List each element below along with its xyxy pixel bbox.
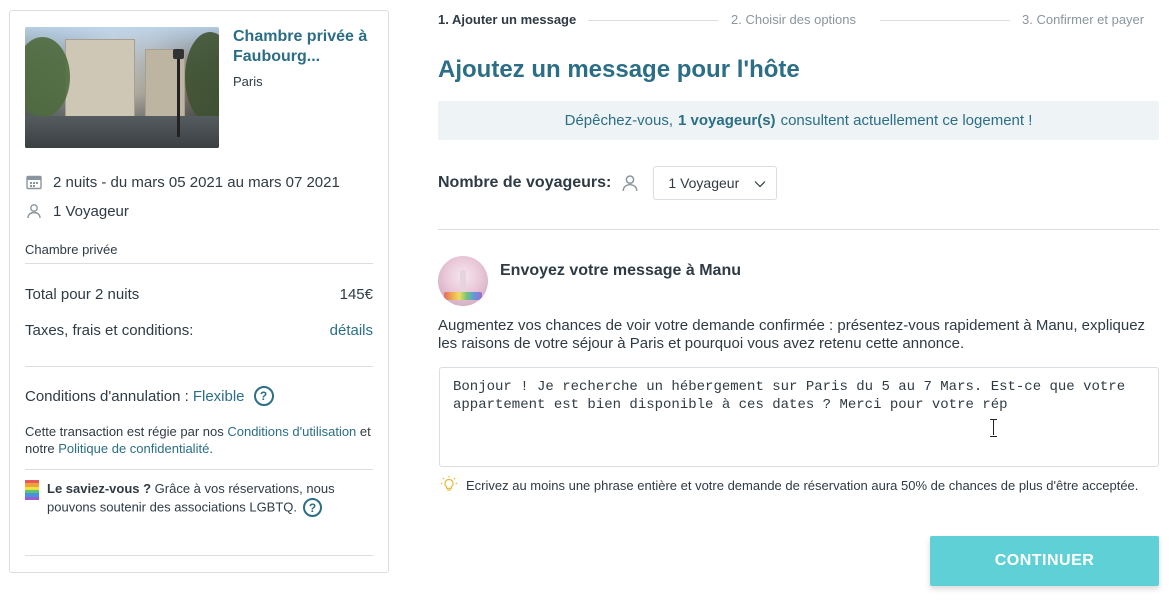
divider xyxy=(438,229,1159,230)
travelers-select-value: 1 Voyageur xyxy=(668,175,740,191)
cancellation-policy-link[interactable]: Flexible xyxy=(193,388,245,405)
divider xyxy=(25,366,373,367)
divider xyxy=(25,555,373,556)
progress-steps: 1. Ajouter un message 2. Choisir des opt… xyxy=(438,12,1159,30)
urgency-count: 1 voyageur(s) xyxy=(678,112,776,129)
flag-stripe xyxy=(25,496,39,500)
terms-of-use-link[interactable]: Conditions d'utilisation xyxy=(227,424,356,439)
host-avatar xyxy=(438,256,488,306)
total-label: Total pour 2 nuits xyxy=(25,286,140,303)
user-icon xyxy=(25,202,43,220)
step-connector xyxy=(880,20,1010,21)
travelers-select[interactable]: 1 Voyageur xyxy=(653,166,778,200)
cancellation-row: Conditions d'annulation : Flexible ? xyxy=(25,386,274,406)
tax-label: Taxes, frais et conditions: xyxy=(25,322,194,339)
booking-summary-card: Chambre privée à Faubourg... Paris 2 nui… xyxy=(9,10,389,573)
urgency-prefix: Dépêchez-vous, xyxy=(564,112,674,129)
text-cursor-icon xyxy=(990,419,998,437)
rainbow-flag-icon xyxy=(25,480,39,500)
send-message-title: Envoyez votre message à Manu xyxy=(500,262,741,279)
message-intro: Augmentez vos chances de voir votre dema… xyxy=(438,317,1146,352)
tax-row: Taxes, frais et conditions: détails xyxy=(25,322,373,339)
tax-details-link[interactable]: détails xyxy=(330,322,373,339)
step-2: 2. Choisir des options xyxy=(731,12,857,27)
listing-title[interactable]: Chambre privée à Faubourg... xyxy=(233,27,383,67)
urgency-suffix: consultent actuellement ce logement ! xyxy=(780,112,1033,129)
continue-button[interactable]: CONTINUER xyxy=(930,536,1159,586)
room-type: Chambre privée xyxy=(25,242,118,257)
message-textarea[interactable] xyxy=(439,367,1159,467)
did-you-know: Le saviez-vous ? Grâce à vos réservation… xyxy=(25,480,375,517)
total-row: Total pour 2 nuits 145€ xyxy=(25,286,373,303)
message-hint: Ecrivez au moins une phrase entière et v… xyxy=(440,475,1160,496)
did-you-know-text: Le saviez-vous ? Grâce à vos réservation… xyxy=(47,480,357,517)
travelers-label: Nombre de voyageurs: xyxy=(438,174,612,191)
calendar-icon xyxy=(25,173,43,191)
listing-photo xyxy=(25,27,219,148)
divider xyxy=(25,469,373,470)
terms-text-part: . xyxy=(209,441,213,456)
did-you-know-title: Le saviez-vous ? xyxy=(47,481,152,496)
stay-dates: 2 nuits - du mars 05 2021 au mars 07 202… xyxy=(25,173,340,191)
step-3: 3. Confirmer et payer xyxy=(1022,12,1145,27)
hint-text: Ecrivez au moins une phrase entière et v… xyxy=(466,478,1139,493)
step-connector xyxy=(588,20,718,21)
step-1: 1. Ajouter un message xyxy=(438,12,577,27)
chevron-down-icon xyxy=(754,175,766,191)
did-you-know-help-icon[interactable]: ? xyxy=(303,498,323,517)
terms-text-part: Cette transaction est régie par nos xyxy=(25,424,228,439)
lightbulb-icon xyxy=(440,475,458,493)
guest-count-text: 1 Voyageur xyxy=(53,202,129,220)
cancellation-label: Conditions d'annulation : xyxy=(25,387,189,405)
listing-city: Paris xyxy=(233,74,263,89)
page-title: Ajoutez un message pour l'hôte xyxy=(438,56,800,83)
guest-count: 1 Voyageur xyxy=(25,202,129,220)
cancellation-help-icon[interactable]: ? xyxy=(253,386,274,406)
stay-dates-text: 2 nuits - du mars 05 2021 au mars 07 202… xyxy=(53,173,340,191)
user-icon xyxy=(621,174,639,192)
privacy-policy-link[interactable]: Politique de confidentialité xyxy=(58,441,209,456)
total-value: 145€ xyxy=(339,286,373,303)
urgency-banner: Dépêchez-vous, 1 voyageur(s) consultent … xyxy=(438,101,1159,140)
terms-text: Cette transaction est régie par nos Cond… xyxy=(25,423,375,457)
divider xyxy=(25,263,373,264)
travelers-row: Nombre de voyageurs: 1 Voyageur xyxy=(438,166,778,200)
